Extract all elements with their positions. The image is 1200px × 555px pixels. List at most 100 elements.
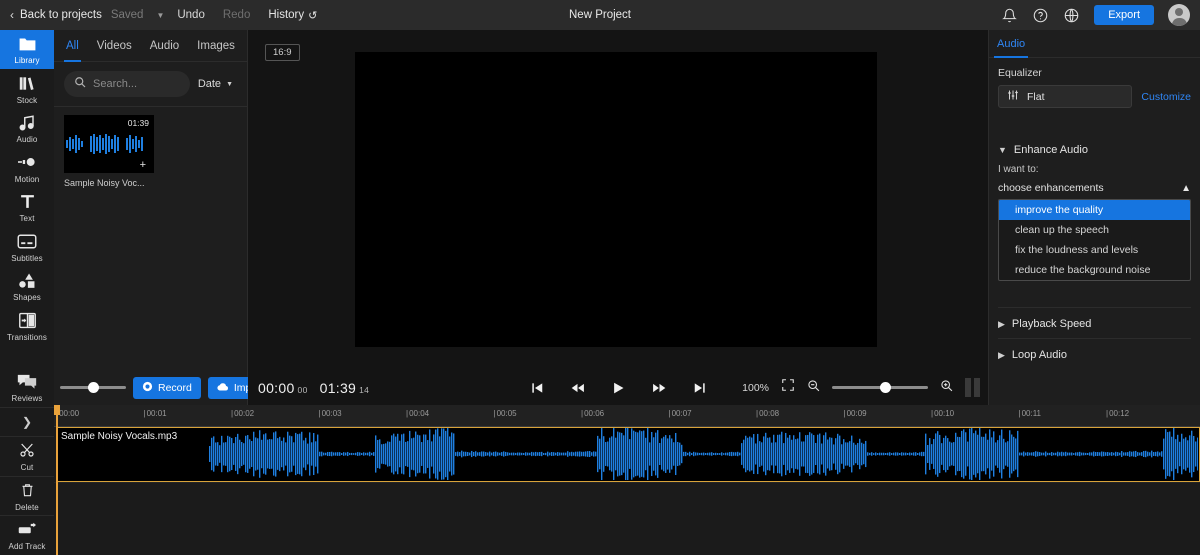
record-dot-icon bbox=[142, 381, 153, 395]
enhance-audio-header[interactable]: ▼ Enhance Audio bbox=[998, 134, 1191, 164]
current-time: 00:00 00 bbox=[258, 380, 308, 396]
ruler-tick: 00:03 bbox=[319, 409, 342, 418]
undo-button[interactable]: Undo bbox=[168, 9, 214, 21]
playhead-handle[interactable] bbox=[54, 405, 60, 415]
zoom-in-icon[interactable] bbox=[940, 379, 953, 397]
sidebar-label-transitions: Transitions bbox=[7, 332, 47, 342]
dropdown-option-fix-loudness[interactable]: fix the loudness and levels bbox=[999, 240, 1190, 260]
tool-delete-button[interactable]: Delete bbox=[0, 475, 54, 516]
dropdown-option-improve-quality[interactable]: improve the quality bbox=[999, 200, 1190, 220]
player-controls-bar: 00:00 00 01:39 14 100% bbox=[248, 370, 988, 405]
enhancements-select-value: choose enhancements bbox=[998, 182, 1104, 194]
scissors-icon bbox=[19, 441, 35, 460]
record-label: Record bbox=[158, 381, 192, 394]
tool-add-track-button[interactable]: Add Track bbox=[0, 515, 54, 555]
history-button[interactable]: History ↺ bbox=[259, 9, 326, 22]
shapes-icon bbox=[18, 271, 37, 290]
playback-speed-header[interactable]: ▶ Playback Speed bbox=[998, 307, 1191, 338]
sidebar-label-audio: Audio bbox=[16, 135, 38, 145]
stock-books-icon bbox=[18, 74, 37, 93]
ruler-tick: 00:01 bbox=[144, 409, 167, 418]
loop-audio-header[interactable]: ▶ Loop Audio bbox=[998, 338, 1191, 369]
skip-start-icon[interactable] bbox=[530, 380, 544, 396]
folder-icon bbox=[18, 34, 37, 53]
sidebar-item-reviews[interactable]: Reviews bbox=[0, 368, 54, 407]
timeline-playhead[interactable] bbox=[54, 405, 60, 555]
tab-videos[interactable]: Videos bbox=[97, 30, 132, 62]
music-note-icon bbox=[18, 113, 36, 132]
redo-button[interactable]: Redo bbox=[214, 9, 260, 21]
sidebar-item-transitions[interactable]: Transitions bbox=[0, 306, 54, 345]
cloud-upload-icon bbox=[217, 381, 229, 395]
ruler-tick: 00:04 bbox=[406, 409, 429, 418]
tab-images[interactable]: Images bbox=[197, 30, 235, 62]
zoom-out-icon[interactable] bbox=[807, 379, 820, 397]
zoom-slider-knob[interactable] bbox=[880, 382, 891, 393]
zoom-slider[interactable] bbox=[832, 382, 928, 393]
history-undo-icon: ↺ bbox=[308, 9, 318, 22]
fast-forward-icon[interactable] bbox=[652, 380, 667, 396]
library-search-row: Search... Date ▼ bbox=[54, 62, 247, 106]
dropdown-option-clean-speech[interactable]: clean up the speech bbox=[999, 220, 1190, 240]
sidebar-item-stock[interactable]: Stock bbox=[0, 69, 54, 108]
skip-end-icon[interactable] bbox=[693, 380, 707, 396]
sidebar-item-subtitles[interactable]: Subtitles bbox=[0, 227, 54, 266]
sidebar-item-motion[interactable]: Motion bbox=[0, 148, 54, 187]
pause-icon[interactable] bbox=[965, 378, 980, 397]
timeline-clip[interactable]: Sample Noisy Vocals.mp3 bbox=[56, 427, 1200, 482]
caret-down-icon: ▼ bbox=[226, 80, 233, 88]
tab-audio-properties[interactable]: Audio bbox=[993, 30, 1029, 58]
fullscreen-icon[interactable] bbox=[781, 378, 795, 397]
loop-audio-title: Loop Audio bbox=[1011, 349, 1067, 361]
sidebar-item-audio[interactable]: Audio bbox=[0, 109, 54, 148]
sort-label: Date bbox=[197, 78, 222, 90]
clip-waveform bbox=[209, 428, 1199, 481]
caret-down-icon[interactable]: ▼ bbox=[152, 11, 168, 20]
play-icon[interactable] bbox=[611, 380, 626, 396]
sidebar-label-shapes: Shapes bbox=[13, 293, 41, 303]
timeline-ruler[interactable]: 00:0000:0100:0200:0300:0400:0500:0600:07… bbox=[54, 405, 1200, 427]
export-button[interactable]: Export bbox=[1094, 5, 1154, 25]
rewind-icon[interactable] bbox=[570, 380, 585, 396]
volume-slider-track[interactable] bbox=[60, 382, 126, 393]
tool-cut-button[interactable]: Cut bbox=[0, 436, 54, 476]
search-input[interactable]: Search... bbox=[64, 71, 190, 97]
sort-by-date-dropdown[interactable]: Date ▼ bbox=[198, 78, 237, 90]
timeline-empty-area[interactable] bbox=[54, 482, 1200, 555]
chevron-left-icon: ‹ bbox=[10, 8, 14, 22]
top-bar-left-group: ‹ Back to projects Saved ▼ Undo Redo His… bbox=[0, 9, 326, 22]
record-button[interactable]: Record bbox=[133, 376, 201, 399]
media-thumbnail[interactable]: 01:39 + bbox=[64, 115, 154, 173]
plus-icon[interactable]: + bbox=[140, 159, 146, 171]
sidebar-item-text[interactable]: Text bbox=[0, 188, 54, 227]
user-avatar-icon[interactable] bbox=[1168, 4, 1190, 26]
sidebar-item-library[interactable]: Library bbox=[0, 30, 54, 70]
rail-collapse-button[interactable]: ❯ bbox=[0, 407, 54, 436]
dropdown-option-reduce-noise[interactable]: reduce the background noise bbox=[999, 260, 1190, 280]
subtitles-icon bbox=[17, 232, 37, 251]
library-volume-slider[interactable] bbox=[60, 382, 126, 393]
right-panel-tabs: Audio bbox=[989, 30, 1200, 58]
tab-all[interactable]: All bbox=[64, 30, 81, 62]
volume-slider-knob[interactable] bbox=[88, 382, 99, 393]
chevron-right-icon: ❯ bbox=[21, 415, 33, 430]
language-globe-icon[interactable] bbox=[1063, 7, 1080, 24]
enhancements-select[interactable]: choose enhancements ▲ bbox=[998, 182, 1191, 199]
back-to-projects-button[interactable]: ‹ Back to projects bbox=[10, 9, 102, 21]
tab-audio[interactable]: Audio bbox=[150, 30, 179, 62]
customize-link[interactable]: Customize bbox=[1141, 91, 1191, 103]
equalizer-row: Flat Customize bbox=[998, 85, 1191, 108]
top-bar: ‹ Back to projects Saved ▼ Undo Redo His… bbox=[0, 0, 1200, 30]
sidebar-item-shapes[interactable]: Shapes bbox=[0, 267, 54, 306]
motion-icon bbox=[17, 153, 37, 172]
help-circle-icon[interactable] bbox=[1032, 7, 1049, 24]
library-tabs: All Videos Audio Images bbox=[54, 30, 247, 62]
list-item[interactable]: 01:39 + Sample Noisy Voc... bbox=[64, 115, 154, 188]
notification-bell-icon[interactable] bbox=[1001, 7, 1018, 24]
sidebar-label-stock: Stock bbox=[16, 95, 38, 105]
preview-stage[interactable] bbox=[355, 52, 877, 347]
time-display: 00:00 00 01:39 14 bbox=[248, 380, 369, 396]
enhance-prompt-label: I want to: bbox=[998, 164, 1039, 175]
equalizer-preset-select[interactable]: Flat bbox=[998, 85, 1133, 108]
aspect-ratio-badge[interactable]: 16:9 bbox=[265, 44, 300, 61]
